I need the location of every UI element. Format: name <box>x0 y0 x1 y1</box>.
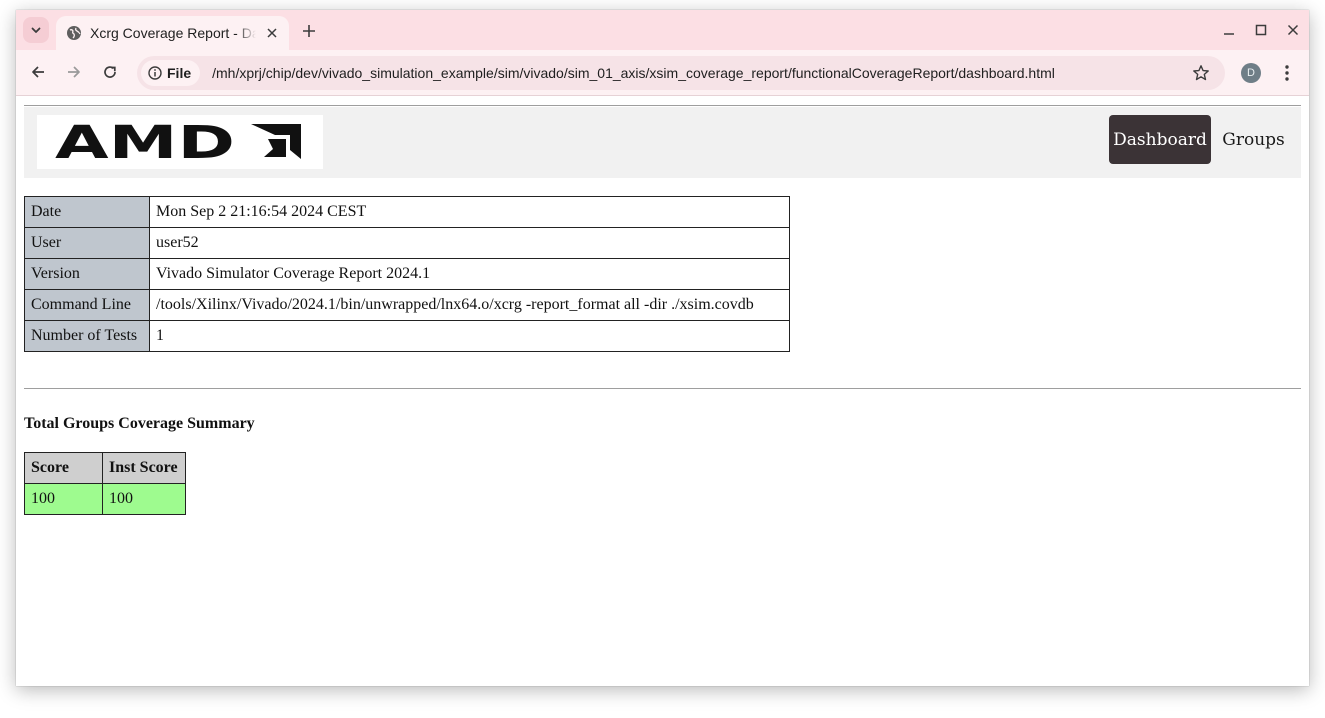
browser-window: Xcrg Coverage Report - Dashboard <box>16 10 1309 686</box>
active-tab[interactable]: Xcrg Coverage Report - Dashboard <box>56 16 289 50</box>
info-key: Date <box>24 196 150 228</box>
address-bar[interactable]: File /mh/xprj/chip/dev/vivado_simulation… <box>137 56 1225 90</box>
tab-title: Xcrg Coverage Report - Dashboard <box>90 25 256 41</box>
inst-score-cell: 100 <box>102 483 186 515</box>
info-value: user52 <box>149 227 790 259</box>
kebab-menu-icon[interactable] <box>1278 62 1296 84</box>
table-header-row: Score Inst Score <box>24 452 186 484</box>
table-row: Command Line /tools/Xilinx/Vivado/2024.1… <box>24 289 790 321</box>
table-row: Date Mon Sep 2 21:16:54 2024 CEST <box>24 196 790 228</box>
table-row: 100 100 <box>24 483 186 515</box>
bookmark-star-icon[interactable] <box>1191 63 1211 83</box>
column-header-score: Score <box>24 452 103 484</box>
url-text[interactable]: /mh/xprj/chip/dev/vivado_simulation_exam… <box>212 65 1055 81</box>
svg-text:AMD: AMD <box>55 122 235 162</box>
info-value: Vivado Simulator Coverage Report 2024.1 <box>149 258 790 290</box>
column-header-inst-score: Inst Score <box>102 452 186 484</box>
nav-dashboard-link[interactable]: Dashboard <box>1109 115 1211 164</box>
new-tab-plus-icon[interactable] <box>298 20 320 42</box>
top-divider <box>24 105 1301 106</box>
info-key: Number of Tests <box>24 320 150 352</box>
summary-section-title: Total Groups Coverage Summary <box>24 415 255 432</box>
section-divider <box>24 388 1301 389</box>
info-key: User <box>24 227 150 259</box>
report-navbar: AMD Dashboard Groups <box>24 107 1301 178</box>
maximize-icon[interactable] <box>1253 22 1269 38</box>
chevron-down-icon <box>31 27 41 33</box>
table-row: Version Vivado Simulator Coverage Report… <box>24 258 790 290</box>
globe-icon <box>66 25 82 41</box>
profile-avatar[interactable]: D <box>1241 63 1261 83</box>
page-viewport: AMD Dashboard Groups Date Mon Sep 2 21:1… <box>16 97 1309 686</box>
site-chip-label: File <box>167 65 192 81</box>
nav-groups-link[interactable]: Groups <box>1215 115 1292 164</box>
reload-icon[interactable] <box>99 61 121 83</box>
minimize-icon[interactable] <box>1221 22 1237 38</box>
tab-search-button[interactable] <box>23 17 49 43</box>
info-icon <box>148 66 162 80</box>
back-arrow-icon[interactable] <box>27 61 49 83</box>
info-key: Version <box>24 258 150 290</box>
amd-logo: AMD <box>37 115 323 169</box>
forward-arrow-icon[interactable] <box>63 61 85 83</box>
site-info-chip[interactable]: File <box>141 60 201 86</box>
browser-toolbar: File /mh/xprj/chip/dev/vivado_simulation… <box>16 50 1309 96</box>
info-value: 1 <box>149 320 790 352</box>
amd-logo-graphic: AMD <box>55 122 301 162</box>
coverage-summary-table: Score Inst Score 100 100 <box>24 452 186 515</box>
close-tab-icon[interactable] <box>263 24 281 42</box>
close-window-icon[interactable] <box>1285 22 1301 38</box>
info-value: Mon Sep 2 21:16:54 2024 CEST <box>149 196 790 228</box>
report-info-table: Date Mon Sep 2 21:16:54 2024 CEST User u… <box>24 196 790 352</box>
table-row: User user52 <box>24 227 790 259</box>
tab-strip: Xcrg Coverage Report - Dashboard <box>16 10 1309 50</box>
table-row: Number of Tests 1 <box>24 320 790 352</box>
info-value: /tools/Xilinx/Vivado/2024.1/bin/unwrappe… <box>149 289 790 321</box>
info-key: Command Line <box>24 289 150 321</box>
score-cell: 100 <box>24 483 103 515</box>
